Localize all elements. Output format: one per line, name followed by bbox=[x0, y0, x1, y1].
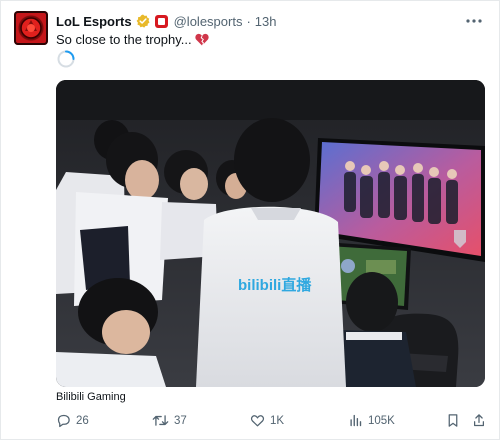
reply-icon bbox=[57, 414, 70, 428]
loading-spinner-icon bbox=[57, 50, 75, 68]
separator-dot: · bbox=[246, 13, 251, 29]
bookmark-icon bbox=[448, 414, 458, 427]
views-button[interactable]: 105K bbox=[348, 413, 395, 428]
timestamp[interactable]: 13h bbox=[255, 14, 277, 29]
retweet-button[interactable]: 37 bbox=[152, 413, 187, 428]
tweet-header: LoL Esports @lolesports · 13h bbox=[56, 12, 277, 30]
tweet-photo[interactable]: bilibili直播 bbox=[56, 80, 485, 387]
team-photo-image: bilibili直播 bbox=[56, 80, 485, 387]
like-count: 1K bbox=[270, 414, 285, 427]
lol-esports-logo-icon bbox=[20, 17, 42, 39]
more-icon bbox=[466, 19, 482, 23]
more-options-button[interactable] bbox=[465, 11, 483, 29]
views-chart-icon bbox=[350, 414, 362, 427]
handle[interactable]: @lolesports bbox=[174, 14, 243, 29]
broken-heart-emoji-icon bbox=[194, 33, 209, 46]
verified-badge-icon[interactable] bbox=[136, 14, 150, 28]
affiliate-badge-icon[interactable] bbox=[154, 14, 168, 28]
tweet-text-content: So close to the trophy... bbox=[56, 32, 192, 47]
display-name[interactable]: LoL Esports bbox=[56, 14, 132, 29]
share-icon bbox=[474, 414, 484, 427]
retweet-icon bbox=[152, 415, 169, 426]
tweet-card[interactable]: LoL Esports @lolesports · 13h So close t… bbox=[0, 0, 500, 440]
shirt-print-text: bilibili直播 bbox=[238, 276, 312, 294]
media-caption: Bilibili Gaming bbox=[56, 391, 126, 403]
tweet-actions-bar: 26 37 1K 105K bbox=[56, 413, 486, 433]
reply-count: 26 bbox=[76, 414, 89, 427]
share-button[interactable] bbox=[472, 413, 491, 428]
retweet-count: 37 bbox=[174, 414, 187, 427]
tweet-text: So close to the trophy... bbox=[56, 32, 209, 47]
bookmark-button[interactable] bbox=[446, 413, 465, 428]
like-heart-icon bbox=[250, 415, 265, 427]
view-count: 105K bbox=[368, 414, 395, 427]
avatar[interactable] bbox=[14, 11, 48, 45]
reply-button[interactable]: 26 bbox=[56, 413, 89, 428]
like-button[interactable]: 1K bbox=[250, 413, 284, 428]
